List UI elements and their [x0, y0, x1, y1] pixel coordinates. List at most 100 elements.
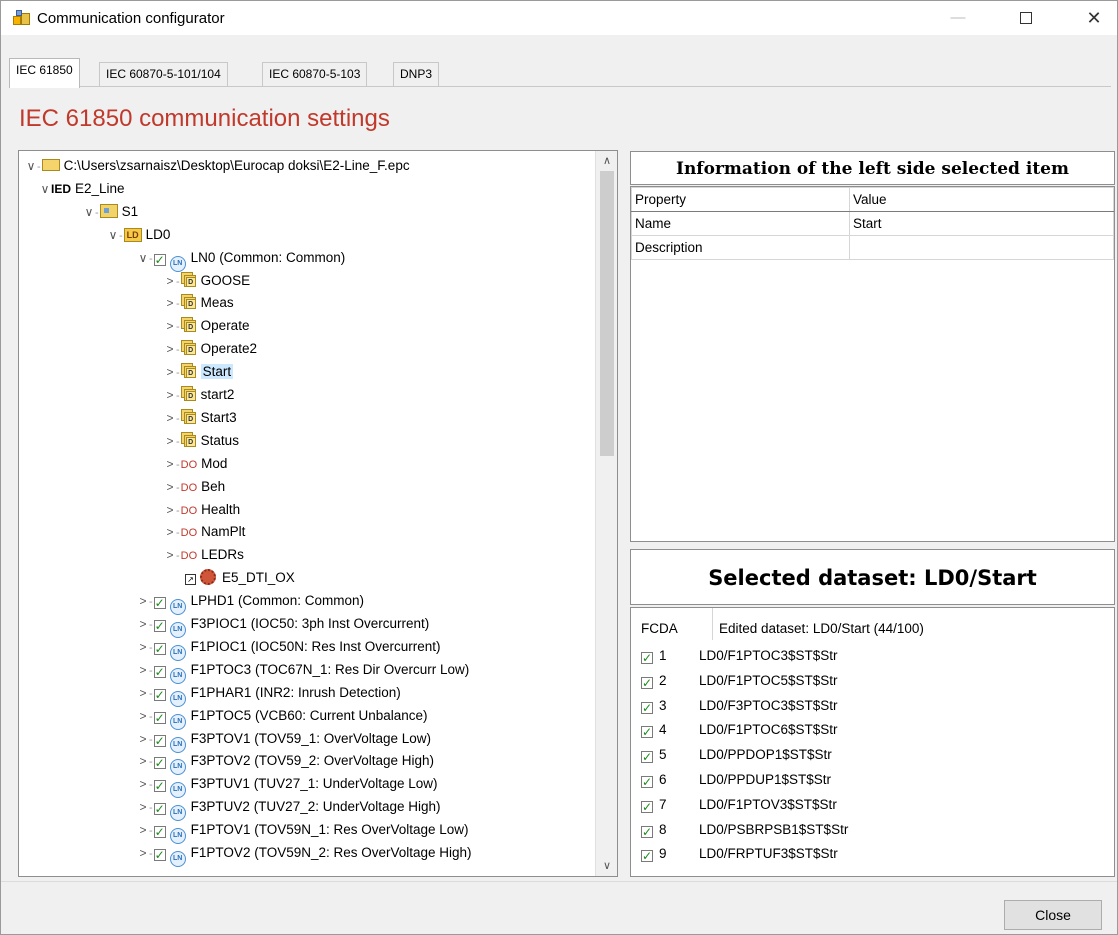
tree-row[interactable]: ∨ - ✓ LN LN0 (Common: Common)	[137, 247, 345, 272]
tree-row[interactable]: ∨ - S1	[83, 201, 138, 223]
value-cell[interactable]	[849, 235, 1114, 260]
collapse-toggle-icon[interactable]: >	[164, 338, 176, 360]
checkbox[interactable]: ✓	[153, 734, 166, 747]
list-item[interactable]: ✓ 1 LD0/F1PTOC3$ST$Str	[641, 644, 1101, 668]
scroll-down-icon[interactable]: ∨	[596, 856, 617, 876]
collapse-toggle-icon[interactable]: >	[137, 705, 149, 727]
checkbox[interactable]: ✓	[153, 711, 166, 724]
checkbox[interactable]: ✓	[641, 701, 653, 714]
checkbox[interactable]: ✓	[641, 776, 653, 788]
collapse-toggle-icon[interactable]: >	[164, 292, 176, 314]
tree-row[interactable]: > - ✓ LN F3PTOV2 (TOV59_2: OverVoltage High)	[137, 750, 434, 776]
expand-icon[interactable]: ∨	[39, 178, 51, 200]
tree-row[interactable]: > - D Status	[164, 430, 239, 452]
tree-row[interactable]: > -DO NamPlt	[164, 521, 245, 543]
tab-iec-60870-5-101-104[interactable]: IEC 60870-5-101/104	[99, 62, 228, 86]
collapse-toggle-icon[interactable]: >	[137, 613, 149, 635]
tree-row[interactable]: ∨ - LD LD0	[107, 224, 170, 246]
expand-icon[interactable]: ∨	[25, 155, 37, 177]
collapse-toggle-icon[interactable]: >	[137, 750, 149, 772]
dataset-label[interactable]: Operate2	[201, 341, 257, 356]
collapse-toggle-icon[interactable]: >	[137, 819, 149, 841]
list-item[interactable]: ✓ 9 LD0/FRPTUF3$ST$Str	[641, 842, 1101, 866]
tree-row[interactable]: > - ✓ LN F3PTUV1 (TUV27_1: UnderVoltage Low)	[137, 773, 438, 799]
collapse-toggle-icon[interactable]: >	[137, 842, 149, 864]
tab-iec-60870-5-103[interactable]: IEC 60870-5-103	[262, 62, 368, 86]
checkbox[interactable]: ✓	[153, 642, 166, 655]
checkbox[interactable]: ✓	[641, 751, 653, 764]
list-item[interactable]: ✓ 5 LD0/PPDOP1$ST$Str	[641, 743, 1101, 767]
collapse-toggle-icon[interactable]: >	[164, 476, 176, 498]
checkbox[interactable]: ✓	[641, 800, 653, 813]
tree-row[interactable]: > - ✓ LN F1PTOC5 (VCB60: Current Unbalance)	[137, 705, 428, 730]
checkbox[interactable]: ✓	[153, 688, 166, 701]
tab-iec-61850[interactable]: IEC 61850	[9, 58, 80, 88]
dataset-label[interactable]: start2	[201, 387, 235, 402]
checkbox[interactable]: ✓	[641, 825, 653, 838]
model-tree[interactable]: ∨ - C:\Users\zsarnaisz\Desktop\Eurocap dok…	[18, 150, 618, 877]
collapse-toggle-icon[interactable]: >	[137, 682, 149, 704]
close-button[interactable]: Close	[1004, 900, 1102, 930]
list-item[interactable]: ✓ 8 LD0/PSBRPSB1$ST$Str	[641, 818, 1101, 842]
tree-row[interactable]: > - D Start3	[164, 407, 237, 429]
tree-row[interactable]: > - ✓ LN F1PTOC3 (TOC67N_1: Res Dir Overcurr…	[137, 659, 469, 684]
tab-dnp3[interactable]: DNP3	[393, 62, 440, 86]
table-row[interactable]: Description	[631, 235, 1114, 260]
collapse-toggle-icon[interactable]: >	[137, 590, 149, 612]
tree-row[interactable]: > - ✓ LN LPHD1 (Common: Common)	[137, 590, 364, 616]
minimize-button[interactable]: —	[935, 1, 981, 35]
dataset-label[interactable]: GOOSE	[201, 273, 251, 288]
value-cell[interactable]: Start	[849, 211, 1114, 236]
tree-row[interactable]: ∨ IED E2_Line	[39, 178, 125, 200]
tree-row[interactable]: > - ✓ LN F3PIOC1 (IOC50: 3ph Inst Overcurren…	[137, 613, 429, 638]
checkbox[interactable]: ✓	[641, 726, 653, 739]
collapse-toggle-icon[interactable]: >	[164, 453, 176, 475]
list-item[interactable]: ✓ 4 LD0/F1PTOC6$ST$Str	[641, 718, 1101, 742]
collapse-toggle-icon[interactable]: >	[137, 728, 149, 750]
list-item[interactable]: ✓ 7 LD0/F1PTOV3$ST$Str	[641, 793, 1101, 817]
list-item[interactable]: ✓ 2 LD0/F1PTOC5$ST$Str	[641, 669, 1101, 693]
checkbox[interactable]: ✓	[641, 676, 653, 689]
checkbox[interactable]: ✓	[153, 757, 166, 770]
checkbox[interactable]: ✓	[153, 253, 166, 266]
checkbox[interactable]: ✓	[641, 652, 653, 664]
checkbox[interactable]: ✓	[641, 850, 653, 863]
tree-row[interactable]: > -DO Beh	[164, 476, 225, 498]
collapse-toggle-icon[interactable]: >	[164, 544, 176, 566]
tree-scrollbar[interactable]: ∧ ∨	[595, 151, 617, 876]
tree-row[interactable]: > - ✓ LN F3PTUV2 (TUV27_2: UnderVoltage High…	[137, 796, 441, 822]
tree-row[interactable]: > - D Operate	[164, 315, 249, 337]
collapse-toggle-icon[interactable]: >	[137, 636, 149, 658]
collapse-toggle-icon[interactable]: >	[164, 361, 176, 383]
maximize-button[interactable]	[1003, 1, 1049, 35]
checkbox[interactable]: ✓	[153, 826, 166, 839]
tree-row[interactable]: ∨ - C:\Users\zsarnaisz\Desktop\Eurocap dok…	[25, 155, 410, 177]
collapse-toggle-icon[interactable]: >	[164, 521, 176, 543]
collapse-toggle-icon[interactable]: >	[164, 270, 176, 292]
list-item[interactable]: ✓ 6 LD0/PPDUP1$ST$Str	[641, 768, 1101, 792]
tree-row[interactable]: > - D Start	[164, 361, 234, 383]
collapse-toggle-icon[interactable]: >	[164, 384, 176, 406]
tree-row[interactable]: ↗ E5_DTI_OX	[184, 567, 295, 589]
collapse-toggle-icon[interactable]: >	[137, 773, 149, 795]
close-window-button[interactable]: ✕	[1071, 1, 1117, 35]
tree-row[interactable]: > - ✓ LN F1PTOV2 (TOV59N_2: Res OverVoltage …	[137, 842, 472, 867]
checkbox[interactable]: ✓	[153, 665, 166, 678]
checkbox[interactable]: ✓	[153, 780, 166, 793]
checkbox[interactable]: ✓	[153, 620, 166, 632]
tree-row[interactable]: > -DO LEDRs	[164, 544, 243, 566]
tree-row[interactable]: > - ✓ LN F3PTOV1 (TOV59_1: OverVoltage Low)	[137, 728, 431, 753]
tree-row[interactable]: > - Dstart2	[164, 384, 234, 406]
collapse-toggle-icon[interactable]: >	[164, 430, 176, 452]
scrollbar-thumb[interactable]	[600, 171, 614, 456]
tree-row[interactable]: > -DO Mod	[164, 453, 227, 475]
collapse-toggle-icon[interactable]: >	[137, 796, 149, 818]
collapse-toggle-icon[interactable]: >	[164, 407, 176, 429]
dataset-label[interactable]: Start3	[201, 410, 237, 425]
tree-row[interactable]: > - D GOOSE	[164, 270, 250, 292]
scroll-up-icon[interactable]: ∧	[596, 151, 617, 171]
expand-icon[interactable]: ∨	[107, 224, 119, 246]
expand-icon[interactable]: ∨	[137, 247, 149, 269]
collapse-toggle-icon[interactable]: >	[164, 315, 176, 337]
collapse-toggle-icon[interactable]: >	[137, 659, 149, 681]
